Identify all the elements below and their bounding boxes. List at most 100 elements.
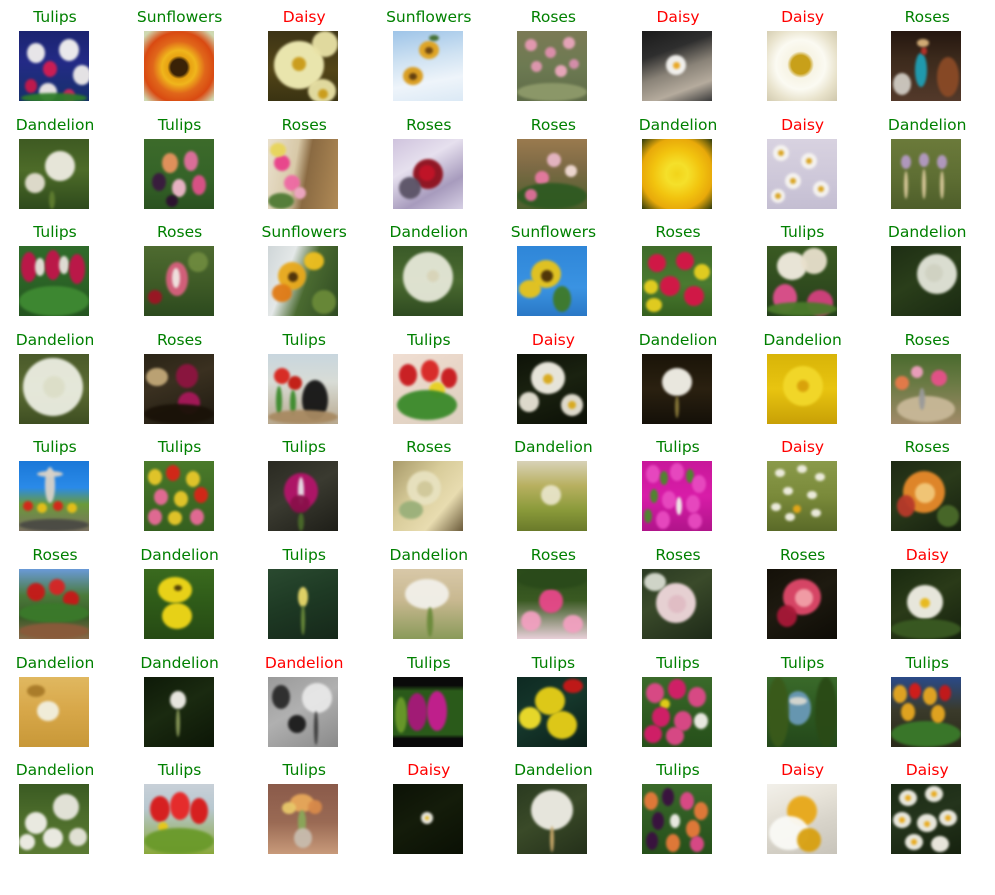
flower-thumbnail <box>268 138 339 209</box>
flower-thumbnail <box>891 353 962 424</box>
prediction-label: Tulips <box>780 223 825 242</box>
grid-cell: Tulips <box>374 331 498 438</box>
grid-cell: Tulips <box>623 438 747 545</box>
grid-cell: Roses <box>872 331 995 438</box>
grid-cell: Dandelion <box>623 331 747 438</box>
flower-thumbnail <box>642 676 712 747</box>
grid-cell: Dandelion <box>0 654 124 761</box>
grid-cell: Tulips <box>0 438 124 545</box>
prediction-label: Sunflowers <box>510 223 597 242</box>
flower-thumbnail <box>268 246 339 317</box>
flower-thumbnail <box>392 461 463 532</box>
prediction-label: Dandelion <box>15 653 95 672</box>
flower-thumbnail <box>517 353 588 424</box>
grid-cell: Dandelion <box>872 116 995 223</box>
prediction-label: Sunflowers <box>386 8 472 26</box>
grid-cell: Roses <box>623 546 747 653</box>
prediction-label: Dandelion <box>15 330 95 349</box>
grid-cell: Tulips <box>125 761 249 868</box>
grid-cell: Roses <box>0 546 124 653</box>
grid-cell: Tulips <box>249 546 373 653</box>
grid-cell: Roses <box>498 116 622 223</box>
grid-cell: Tulips <box>0 8 124 115</box>
prediction-label: Tulips <box>157 761 202 780</box>
flower-thumbnail <box>392 569 463 639</box>
flower-thumbnail <box>642 138 712 209</box>
grid-cell: Dandelion <box>249 654 373 761</box>
prediction-label: Roses <box>32 546 78 564</box>
flower-thumbnail <box>891 138 962 209</box>
flower-thumbnail <box>19 138 89 209</box>
flower-thumbnail <box>642 31 712 101</box>
flower-thumbnail <box>392 353 463 424</box>
grid-cell: Sunflowers <box>374 8 498 115</box>
grid-cell: Roses <box>249 116 373 223</box>
prediction-label: Tulips <box>656 761 700 780</box>
grid-cell: Tulips <box>125 438 249 545</box>
grid-cell: Tulips <box>498 654 622 761</box>
prediction-label: Sunflowers <box>136 8 223 26</box>
prediction-label: Roses <box>530 8 577 26</box>
grid-cell: Tulips <box>872 654 995 761</box>
prediction-label: Dandelion <box>638 115 718 134</box>
prediction-label: Roses <box>655 546 701 564</box>
grid-cell: Daisy <box>249 8 373 115</box>
flower-thumbnail <box>766 246 837 317</box>
grid-cell: Daisy <box>748 761 872 868</box>
grid-cell: Tulips <box>623 761 747 868</box>
grid-cell: Dandelion <box>498 438 622 545</box>
prediction-label: Daisy <box>781 761 825 780</box>
prediction-label: Dandelion <box>15 115 95 134</box>
flower-thumbnail <box>143 784 214 855</box>
flower-thumbnail <box>517 31 588 101</box>
prediction-label: Tulips <box>157 115 202 134</box>
grid-cell: Roses <box>374 116 498 223</box>
prediction-label: Roses <box>406 438 452 457</box>
flower-thumbnail <box>143 569 214 639</box>
grid-cell: Sunflowers <box>498 223 622 330</box>
grid-cell: Roses <box>623 223 747 330</box>
flower-thumbnail <box>517 569 588 639</box>
prediction-label: Tulips <box>282 761 326 780</box>
grid-cell: Dandelion <box>498 761 622 868</box>
prediction-label: Daisy <box>781 438 825 457</box>
prediction-label: Tulips <box>282 330 326 349</box>
flower-thumbnail <box>143 676 214 747</box>
prediction-label: Daisy <box>407 761 451 780</box>
flower-thumbnail <box>642 784 712 855</box>
flower-thumbnail <box>891 784 962 855</box>
prediction-label: Roses <box>655 223 701 242</box>
grid-cell: Daisy <box>623 8 747 115</box>
prediction-label: Dandelion <box>638 330 718 349</box>
flower-thumbnail <box>143 246 214 317</box>
flower-thumbnail <box>268 353 339 424</box>
flower-thumbnail <box>143 31 214 101</box>
prediction-label: Tulips <box>33 223 77 242</box>
prediction-label: Tulips <box>656 438 700 457</box>
grid-cell: Dandelion <box>125 546 249 653</box>
grid-cell: Tulips <box>249 438 373 545</box>
grid-cell: Sunflowers <box>249 223 373 330</box>
grid-cell: Dandelion <box>748 331 872 438</box>
grid-cell: Roses <box>498 8 622 115</box>
grid-cell: Tulips <box>374 654 498 761</box>
flower-thumbnail <box>766 461 837 532</box>
flower-thumbnail <box>766 353 837 424</box>
flower-thumbnail <box>143 353 214 424</box>
grid-cell: Roses <box>125 223 249 330</box>
prediction-label: Tulips <box>157 438 202 457</box>
prediction-label: Tulips <box>282 438 326 457</box>
prediction-label: Daisy <box>905 761 949 780</box>
grid-cell: Roses <box>872 438 995 545</box>
flower-thumbnail <box>766 138 837 209</box>
flower-thumbnail <box>392 31 463 101</box>
flower-thumbnail <box>268 31 339 101</box>
grid-cell: Dandelion <box>0 761 124 868</box>
grid-cell: Dandelion <box>0 116 124 223</box>
grid-cell: Roses <box>498 546 622 653</box>
grid-cell: Roses <box>872 8 995 115</box>
grid-cell: Roses <box>748 546 872 653</box>
flower-thumbnail <box>891 246 962 317</box>
prediction-label: Roses <box>904 8 950 26</box>
prediction-label: Tulips <box>780 653 825 672</box>
